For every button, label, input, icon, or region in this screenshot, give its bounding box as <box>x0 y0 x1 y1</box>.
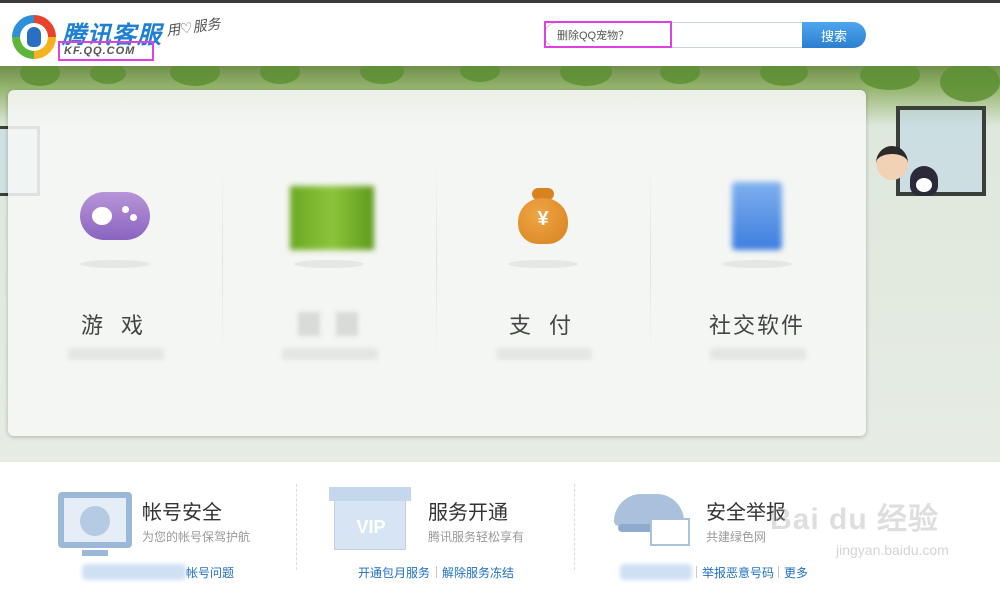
police-cap-icon <box>614 494 690 550</box>
category-label: 支 付 <box>508 313 578 338</box>
service-title[interactable]: 帐号安全 <box>142 496 222 525</box>
service-title[interactable]: 服务开通 <box>428 496 508 525</box>
search-bar: 搜索 <box>544 21 866 48</box>
category-label: 社交软件 <box>708 313 805 338</box>
service-desc: 为您的帐号保驾护航 <box>142 530 251 544</box>
category-panel: 游 戏 ¥ 支 付 社交软件 <box>8 90 866 436</box>
site-logo[interactable]: 腾讯客服 KF.QQ.COM 用♡服务 <box>12 11 252 63</box>
vip-box-icon: VIP <box>329 487 411 550</box>
service-desc: 共建绿色网 <box>706 530 767 544</box>
penguin-illustration <box>910 166 938 196</box>
monitor-lock-icon <box>58 492 132 556</box>
search-input[interactable] <box>544 22 804 48</box>
money-bag-icon: ¥ <box>518 188 568 244</box>
category-games[interactable]: 游 戏 <box>8 90 222 380</box>
category-payment[interactable]: ¥ 支 付 <box>436 90 650 380</box>
category-blurred[interactable] <box>222 90 436 380</box>
blurred-icon <box>290 186 374 250</box>
baidu-watermark: Bai du 经验 jingyan.baidu.com <box>770 484 990 564</box>
search-button[interactable]: 搜索 <box>802 22 866 48</box>
watermark-text: Bai du 经验 <box>770 503 940 536</box>
kid-illustration <box>876 146 908 180</box>
link-account-issue[interactable]: 帐号问题 <box>186 564 234 581</box>
category-desc-blurred <box>68 348 164 360</box>
blurred-link <box>620 564 692 580</box>
category-social[interactable]: 社交软件 <box>650 90 864 380</box>
header: 腾讯客服 KF.QQ.COM 用♡服务 搜索 <box>0 0 1000 66</box>
blurred-icon <box>732 182 782 250</box>
category-label: 游 戏 <box>80 313 150 338</box>
service-activation: VIP 服务开通 腾讯服务轻松享有 开通包月服务 解除服务冻结 <box>329 487 592 588</box>
hero-banner: 游 戏 ¥ 支 付 社交软件 <box>0 66 1000 462</box>
blurred-link <box>82 564 186 580</box>
link-unfreeze-service[interactable]: 解除服务冻结 <box>442 564 514 581</box>
brand-domain: KF.QQ.COM <box>58 41 154 61</box>
category-desc-blurred <box>496 348 592 360</box>
gamepad-icon <box>80 192 150 240</box>
category-desc-blurred <box>710 348 806 360</box>
qq-logo-icon <box>12 15 56 59</box>
category-desc-blurred <box>282 348 378 360</box>
link-monthly-service[interactable]: 开通包月服务 <box>358 564 430 581</box>
window-right-decoration <box>866 106 1000 226</box>
service-account-security: 帐号安全 为您的帐号保驾护航 帐号问题 <box>58 488 318 588</box>
link-report-number[interactable]: 举报恶意号码 <box>702 564 774 581</box>
service-desc: 腾讯服务轻松享有 <box>428 530 525 544</box>
brand-slogan: 用♡服务 <box>165 16 222 40</box>
link-more[interactable]: 更多 <box>784 564 808 581</box>
service-strip: 帐号安全 为您的帐号保驾护航 帐号问题 VIP 服务开通 腾讯服务轻松享有 开通… <box>0 462 1000 595</box>
watermark-url: jingyan.baidu.com <box>836 542 949 558</box>
